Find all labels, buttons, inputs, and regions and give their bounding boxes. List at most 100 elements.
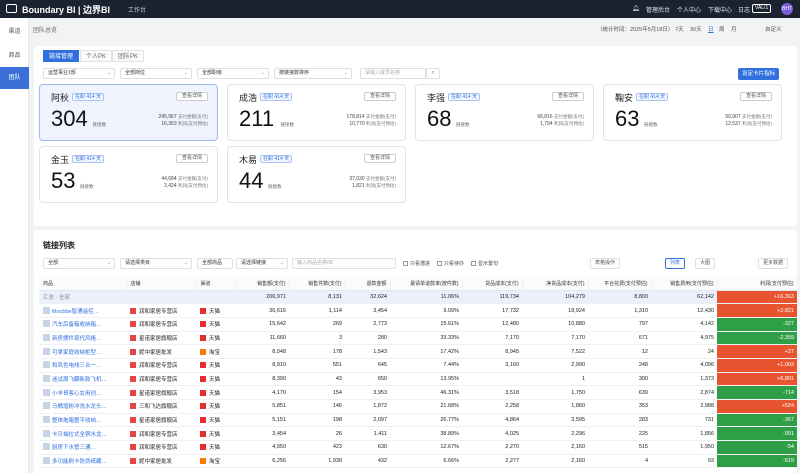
column-header[interactable]: 净货品成本(支付) (522, 277, 589, 291)
table-cell: 353 (588, 399, 651, 414)
sidebar-item-product[interactable]: 商品 (0, 50, 29, 59)
table-ops-button[interactable]: 表格操作 (590, 258, 621, 269)
column-header[interactable]: 店铺 (126, 277, 197, 291)
column-header[interactable]: 利润(支付预估) (717, 277, 797, 291)
view-detail-button[interactable]: 查看详情 (175, 154, 208, 163)
product-search-input[interactable]: 输入商品名称/ID (292, 258, 396, 269)
log-link[interactable]: 日志 (738, 5, 750, 14)
column-header[interactable]: 最请单退款率(按件数) (390, 277, 463, 291)
shop-name: 星诺家居旗舰店 (139, 418, 178, 425)
column-header[interactable]: 销售件数(支付) (289, 277, 346, 291)
shop-icon (130, 362, 136, 369)
period-30d[interactable]: 30天 (690, 25, 702, 33)
profile-link[interactable]: 个人中心 (677, 5, 701, 14)
column-header[interactable]: 平台花费(支付预估) (588, 277, 652, 291)
table-row[interactable]: 迷试周飞翻新款飞机… 润和家居专营店 天猫 8,390 43 650 13.95% 1 300 1… (39, 372, 797, 387)
member-card[interactable]: 李强 在职 414 天 查看详情 68 链接数 66,816 支付金额(支付) 1,794 … (415, 84, 594, 141)
category-select[interactable]: 请选择类目 ⌄ (120, 258, 192, 269)
product-cell: 厨房下水管三通… (39, 440, 126, 455)
view-detail-button[interactable]: 查看详情 (551, 92, 584, 101)
column-header[interactable]: 销售费用(支付预估) (651, 277, 718, 291)
column-header[interactable]: 货品成本(支付) (462, 277, 523, 291)
table-row[interactable]: 小羊哥客心女用创… 星诺家居旗舰店 天猫 4,170 154 3,953 46.31% 3,5… (39, 385, 797, 400)
tab-link-manage[interactable]: 链接管理 (43, 50, 80, 62)
table-row[interactable]: 马桶增粉冲洗水龙头… 三和飞达旗舰店 天猫 5,851 146 1,872 21.68% 2,… (39, 399, 797, 414)
member-search-input[interactable]: 请输入成员名称 (360, 68, 426, 79)
table-row[interactable]: 汽车后备箱收纳箱… 润和家居专营店 天猫 15,642 269 2,773 15.61% 12… (39, 317, 797, 332)
product-name[interactable]: 卡贝抽拉式全铜水龙… (52, 432, 107, 438)
table-cell: 15.61% (390, 317, 462, 332)
product-name[interactable]: 迷试周飞翻新款飞机… (52, 377, 107, 383)
check-pin[interactable]: 显示置句 (471, 260, 498, 267)
set-card-metrics-button[interactable]: 设定卡片指标 (738, 68, 780, 80)
more-data-button[interactable]: 更多数据 (758, 258, 789, 269)
table-row[interactable]: 和风色电线三合一… 润和家居专营店 天猫 8,910 551 645 7.44% 3,160 2… (39, 358, 797, 373)
table-row[interactable]: 卡贝抽拉式全铜水龙… 润和家居专营店 天猫 3,454 26 1,411 38.89% 4,0… (39, 426, 797, 442)
member-card[interactable]: 木易 在职 414 天 查看详情 44 链接数 37,030 支付金额(支付) 1,821 … (227, 146, 406, 203)
table-row[interactable]: 新房摆件现代风格… 星诺家居旗舰店 天猫 11,660 3 280 33.33% 7,170 7… (39, 331, 797, 346)
check-potential[interactable]: 只看潜进 (403, 260, 430, 267)
view-detail-button[interactable]: 查看详情 (363, 92, 396, 101)
product-name[interactable]: 厨房下水管三通… (52, 445, 96, 451)
search-icon[interactable]: ⌕ (426, 68, 440, 79)
sidebar-item-channel[interactable]: 渠道 (0, 26, 29, 35)
product-select[interactable]: 全部商品 (197, 258, 233, 269)
period-custom[interactable]: 自定义 (765, 25, 782, 33)
table-cell: 3,953 (345, 385, 390, 400)
table-row[interactable]: Mocbbe智通遥控… 润和家居专营店 天猫 36,616 1,114 3,454 9.09… (39, 303, 797, 318)
product-name[interactable]: 汽车后备箱收纳箱… (52, 322, 102, 328)
column-header[interactable]: 渠道 (196, 277, 237, 291)
tab-team-pk[interactable]: 团队PK (112, 50, 145, 62)
sort-select[interactable]: 按链接数排序 ⌄ (274, 68, 352, 79)
avatar[interactable]: BHT (781, 3, 793, 15)
member-card[interactable]: 金玉 在职 414 天 查看详情 53 链接数 44,684 支付金额(支付) 2,424 … (39, 146, 218, 203)
list-filter-all[interactable]: 全部 ⌄ (43, 258, 115, 269)
table-row[interactable]: 可拿家庭收纳柜型… 妮中家居批发 淘宝 8,048 178 1,543 17.42% 8,94… (39, 344, 797, 359)
table-cell: 5,151 (236, 413, 289, 428)
product-name[interactable]: 多功能刷卡防伪纸藏… (52, 459, 107, 465)
shop-name: 星诺家居旗舰店 (139, 390, 178, 397)
check-todo[interactable]: 只看待办 (437, 260, 464, 267)
member-card[interactable]: 成浩 在职 414 天 查看详情 211 链接数 178,814 支付金额(支付) 10,7… (227, 84, 406, 141)
period-7d[interactable]: 7天 (675, 25, 684, 33)
tab-personal-pk[interactable]: 个人PK (80, 50, 113, 62)
product-thumbnail (43, 388, 50, 396)
table-row[interactable]: 多功能刷卡防伪纸藏… 妮中家居批发 淘宝 6,256 1,938 432 6.66% 2,27… (39, 454, 797, 469)
link-select[interactable]: 请选择链接 ⌄ (236, 258, 288, 269)
summary-row[interactable]: 汇总 · 全部 206,971 8,131 32,624 11.06% 119,734 10… (39, 290, 797, 305)
view-detail-button[interactable]: 查看详情 (739, 92, 772, 101)
admin-link[interactable]: 管理后台 (646, 5, 670, 14)
link-count: 304 (51, 106, 88, 131)
view-detail-button[interactable]: 查看详情 (363, 154, 396, 163)
dept-select[interactable]: 运营事业1部 ⌄ (43, 68, 115, 79)
member-card[interactable]: 阿秋 在职 414 天 查看详情 304 链接数 245,967 支付金额(支付) 16,3… (39, 84, 218, 141)
view-detail-button[interactable]: 查看详情 (175, 92, 208, 101)
download-link[interactable]: 下载中心 (708, 5, 732, 14)
sidebar-item-team[interactable]: 团队 (0, 67, 29, 89)
member-card[interactable]: 鞠安 在职 414 天 查看详情 63 链接数 50,907 支付金额(支付) 12,537… (603, 84, 782, 141)
level-select[interactable]: 全部职级 ⌄ (197, 68, 269, 79)
product-name[interactable]: 新房摆件现代风格… (52, 336, 102, 342)
list-view-button[interactable]: 列表 (665, 258, 686, 269)
position-select[interactable]: 全部岗位 ⌄ (120, 68, 192, 79)
column-header[interactable]: 退款金额 (345, 277, 391, 291)
link-count: 63 (615, 106, 640, 131)
product-name[interactable]: Mocbbe智通遥控… (52, 309, 99, 315)
product-name[interactable]: 和风色电线三合一… (52, 363, 102, 369)
table-cell: 1 (522, 372, 588, 387)
period-week[interactable]: 周 (719, 25, 725, 33)
table-row[interactable]: 厨房下水管三通… 润和家居专营店 天猫 4,950 423 630 12.67% 2,270 2… (39, 440, 797, 455)
product-name[interactable]: 可拿家庭收纳柜型… (52, 350, 102, 356)
table-row[interactable]: 整体拖箱整平收纳… 星诺家居旗舰店 天猫 5,151 198 2,097 26.77% 4,8… (39, 413, 797, 428)
period-label: （统计时间：2025年5月18日） (597, 27, 674, 33)
grid-view-button[interactable]: 大图 (695, 258, 716, 269)
column-header[interactable]: 商品 (39, 277, 127, 291)
period-day[interactable]: 日 (708, 25, 714, 33)
bell-icon[interactable]: 🔔︎ (632, 5, 640, 12)
period-month[interactable]: 月 (731, 25, 737, 33)
product-name[interactable]: 马桶增粉冲洗水龙头… (52, 404, 107, 410)
workspace-link[interactable]: 工作台 (128, 5, 146, 14)
product-name[interactable]: 整体拖箱整平收纳… (52, 418, 102, 424)
column-header[interactable]: 销售额(支付) (236, 277, 290, 291)
product-name[interactable]: 小羊哥客心女用创… (52, 391, 102, 397)
